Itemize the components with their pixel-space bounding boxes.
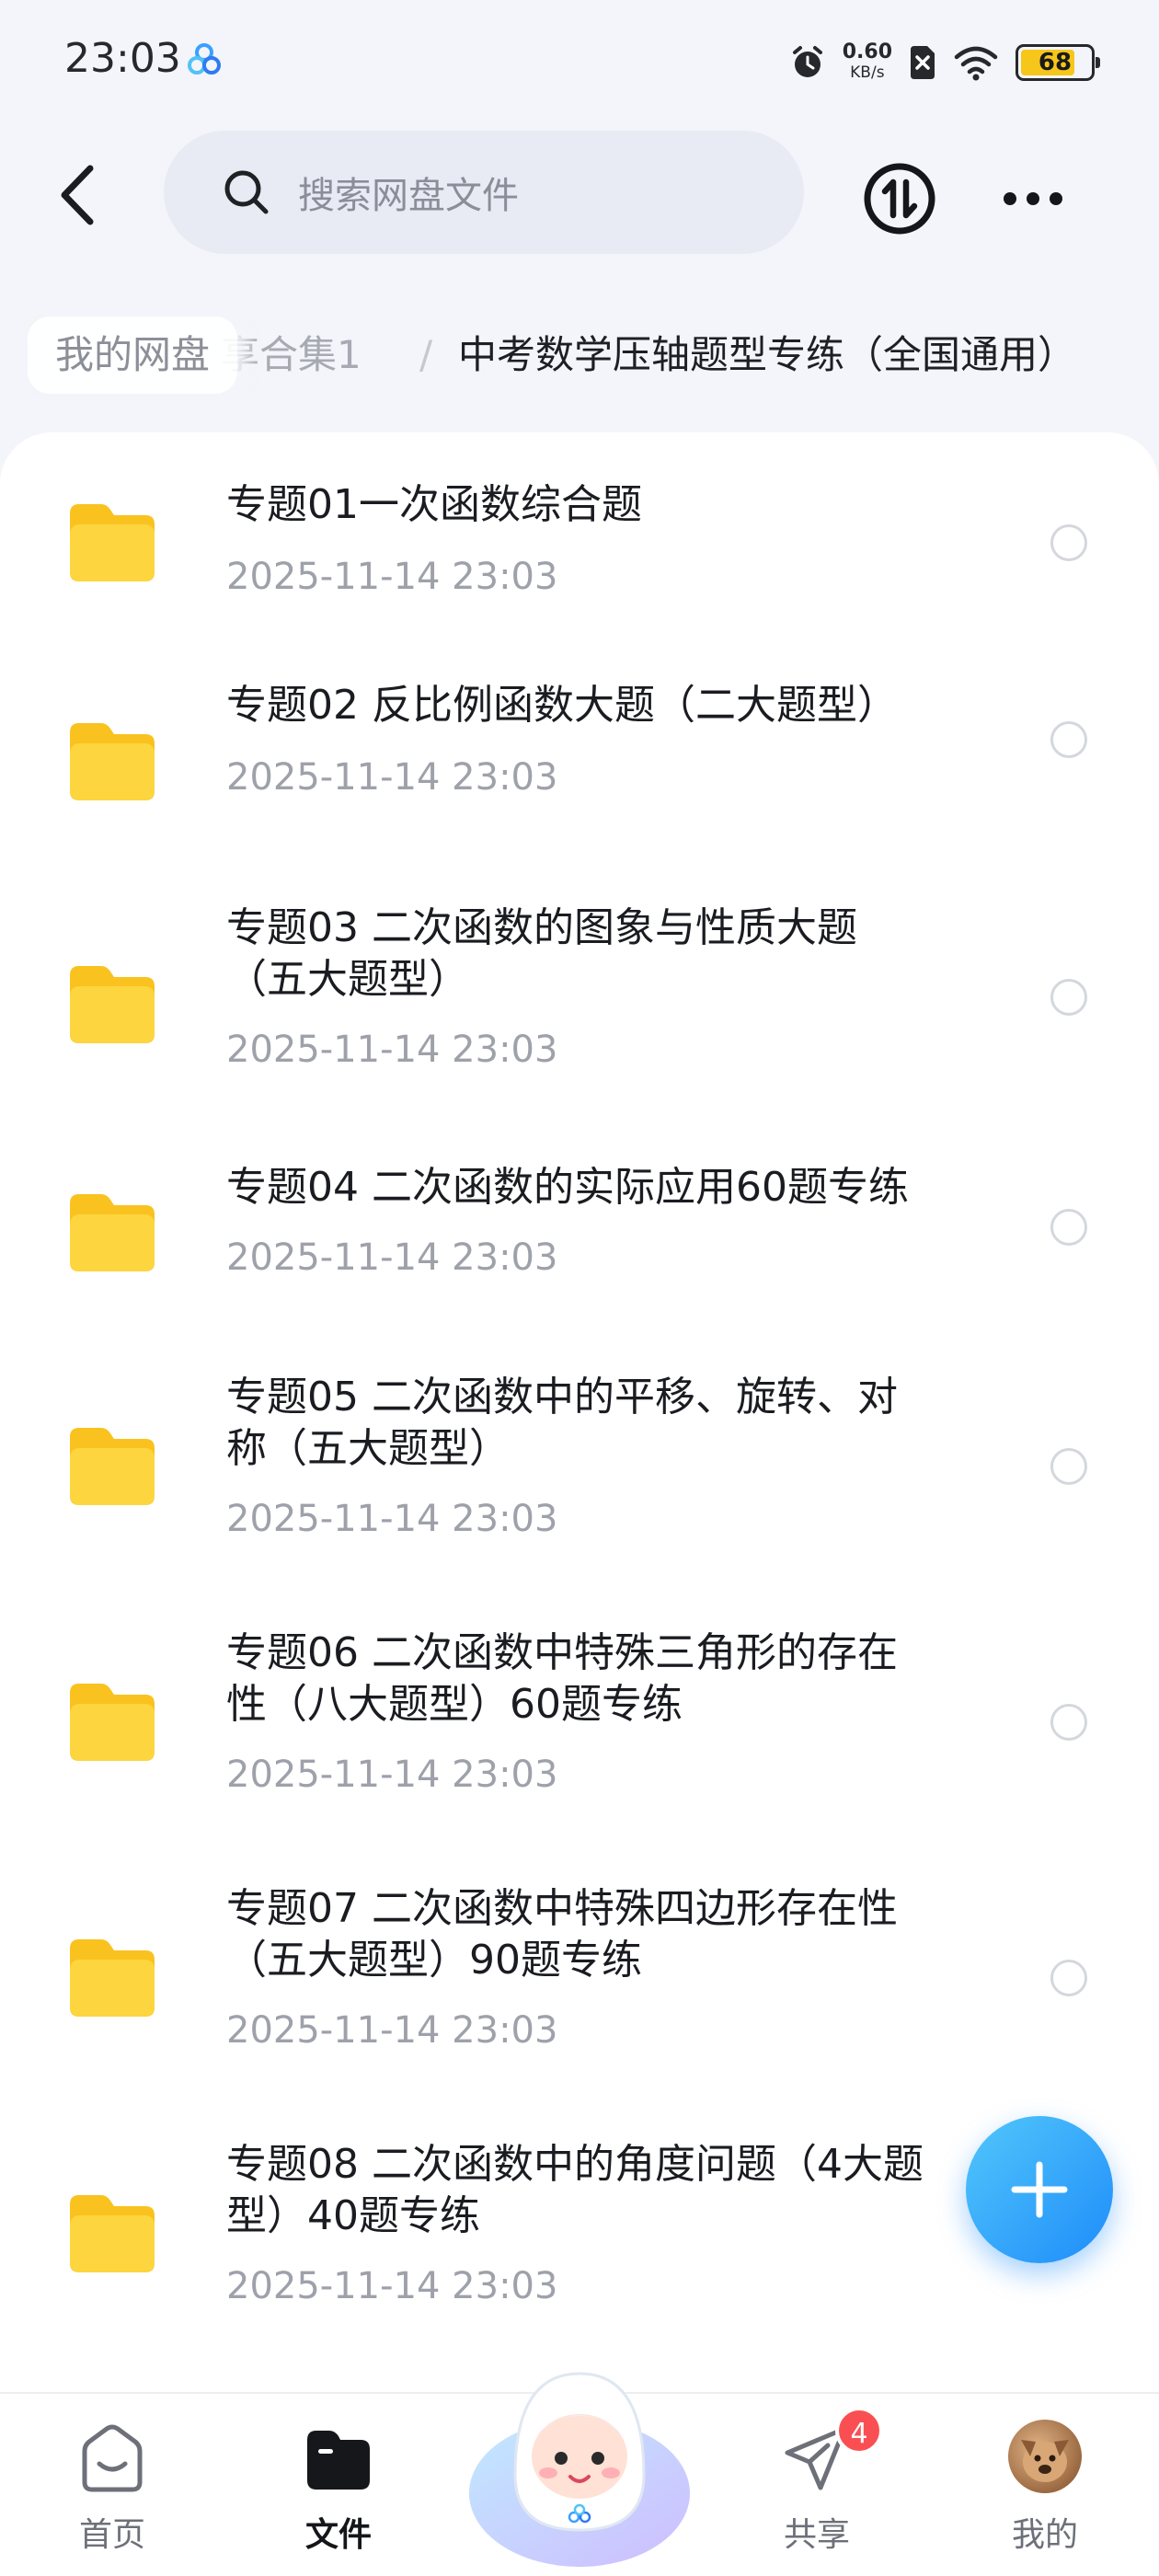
battery-icon: 68 — [1016, 44, 1100, 81]
assistant-mascot-icon[interactable] — [460, 2337, 699, 2576]
file-date: 2025-11-14 23:03 — [226, 2009, 558, 2052]
back-arrow-icon — [61, 165, 94, 225]
file-name: 专题05 二次函数中的平移、旋转、对 — [226, 1374, 898, 1420]
folder-icon — [70, 1428, 155, 1505]
breadcrumb-root[interactable]: 我的网盘 — [28, 316, 238, 394]
file-name: 专题01一次函数综合题 — [226, 481, 642, 528]
file-date: 2025-11-14 23:03 — [226, 2265, 558, 2307]
select-radio[interactable] — [1050, 721, 1087, 758]
search-input[interactable]: 搜索网盘文件 — [164, 131, 804, 254]
cloud-app-icon — [188, 43, 221, 75]
list-item[interactable]: 专题02 反比例函数大题（二大题型） 2025-11-14 23:03 — [0, 670, 1159, 854]
alarm-icon — [792, 46, 822, 77]
file-name-line2: 型）40题专练 — [226, 2192, 480, 2239]
wifi-icon — [954, 46, 998, 81]
file-name: 专题03 二次函数的图象与性质大题 — [226, 904, 857, 951]
file-date: 2025-11-14 23:03 — [226, 1236, 558, 1279]
status-bar: 23:03 0.60 KB/s 68 — [0, 0, 1159, 120]
file-date: 2025-11-14 23:03 — [226, 1029, 558, 1071]
net-speed: 0.60 KB/s — [843, 42, 892, 83]
nav-home-label: 首页 — [78, 2516, 145, 2554]
file-name: 专题04 二次函数的实际应用60题专练 — [226, 1164, 909, 1211]
file-list: 专题01一次函数综合题 2025-11-14 23:03 专题02 反比例函数大… — [0, 432, 1159, 2392]
avatar — [1008, 2420, 1082, 2493]
folder-icon — [70, 1939, 155, 2017]
add-button[interactable] — [966, 2116, 1113, 2263]
share-badge: 4 — [835, 2407, 883, 2455]
folder-icon — [70, 2195, 155, 2272]
breadcrumb-separator: / — [419, 332, 433, 377]
file-name: 专题07 二次函数中特殊四边形存在性 — [226, 1885, 898, 1932]
nav-home[interactable]: 首页 — [29, 2394, 195, 2576]
nav-share-label: 共享 — [783, 2516, 850, 2554]
nav-mine-label: 我的 — [1011, 2516, 1078, 2554]
sim-blocked-icon — [911, 46, 935, 79]
select-radio[interactable] — [1050, 524, 1087, 561]
plus-icon — [1011, 2161, 1068, 2218]
back-button[interactable] — [46, 158, 110, 232]
select-radio[interactable] — [1050, 1704, 1087, 1741]
dog-avatar-icon — [1021, 2440, 1069, 2482]
file-date: 2025-11-14 23:03 — [226, 556, 558, 598]
home-icon — [82, 2424, 143, 2492]
nav-share[interactable]: 4 共享 — [734, 2394, 900, 2576]
breadcrumb-current: 中考数学压轴题型专练（全国通用） — [458, 332, 1077, 377]
file-date: 2025-11-14 23:03 — [226, 756, 558, 799]
nav-mine[interactable]: 我的 — [962, 2394, 1128, 2576]
file-name: 专题02 反比例函数大题（二大题型） — [226, 682, 898, 729]
list-item[interactable]: 专题04 二次函数的实际应用60题专练 2025-11-14 23:03 — [0, 1161, 1159, 1345]
file-folder-icon — [307, 2431, 370, 2490]
net-speed-value: 0.60 — [842, 40, 892, 63]
list-item[interactable]: 专题03 二次函数的图象与性质大题 （五大题型） 2025-11-14 23:0… — [0, 902, 1159, 1132]
file-name: 专题06 二次函数中特殊三角形的存在 — [226, 1629, 898, 1676]
file-date: 2025-11-14 23:03 — [226, 1498, 558, 1540]
list-item[interactable]: 专题01一次函数综合题 2025-11-14 23:03 — [0, 451, 1159, 635]
file-name-line2: 称（五大题型） — [226, 1425, 510, 1472]
folder-icon — [70, 1684, 155, 1761]
list-item[interactable]: 专题06 二次函数中特殊三角形的存在 性（八大题型）60题专练 2025-11-… — [0, 1627, 1159, 1866]
folder-icon — [70, 966, 155, 1043]
breadcrumb: 我的网盘 享合集1 / 中考数学压轴题型专练（全国通用） — [0, 315, 1159, 397]
file-name-line2: 性（八大题型）60题专练 — [226, 1681, 683, 1728]
folder-icon — [70, 723, 155, 800]
battery-level: 68 — [1038, 49, 1073, 76]
file-name-line2: （五大题型） — [226, 956, 469, 1003]
select-radio[interactable] — [1050, 979, 1087, 1016]
nav-files[interactable]: 文件 — [256, 2394, 421, 2576]
header: 搜索网盘文件 — [0, 129, 1159, 258]
folder-icon — [70, 504, 155, 581]
list-item[interactable]: 专题05 二次函数中的平移、旋转、对 称（五大题型） 2025-11-14 23… — [0, 1371, 1159, 1610]
status-indicators: 0.60 KB/s 68 — [789, 35, 1100, 90]
search-icon — [224, 170, 269, 214]
sort-transfer-icon[interactable] — [863, 162, 936, 236]
folder-icon — [70, 1194, 155, 1271]
file-name-line2: （五大题型）90题专练 — [226, 1937, 642, 1984]
breadcrumb-parent[interactable]: 享合集1 — [221, 316, 361, 394]
select-radio[interactable] — [1050, 1448, 1087, 1485]
net-speed-unit: KB/s — [850, 63, 885, 82]
select-radio[interactable] — [1050, 1209, 1087, 1246]
more-dots-icon[interactable] — [1001, 180, 1065, 217]
battery-tip — [1096, 57, 1100, 68]
select-radio[interactable] — [1050, 1960, 1087, 1996]
list-item[interactable]: 专题07 二次函数中特殊四边形存在性 （五大题型）90题专练 2025-11-1… — [0, 1882, 1159, 2122]
nav-files-label: 文件 — [304, 2516, 372, 2554]
file-name: 专题08 二次函数中的角度问题（4大题 — [226, 2141, 924, 2188]
search-placeholder: 搜索网盘文件 — [298, 175, 519, 217]
status-time: 23:03 — [64, 35, 181, 82]
file-date: 2025-11-14 23:03 — [226, 1754, 558, 1796]
